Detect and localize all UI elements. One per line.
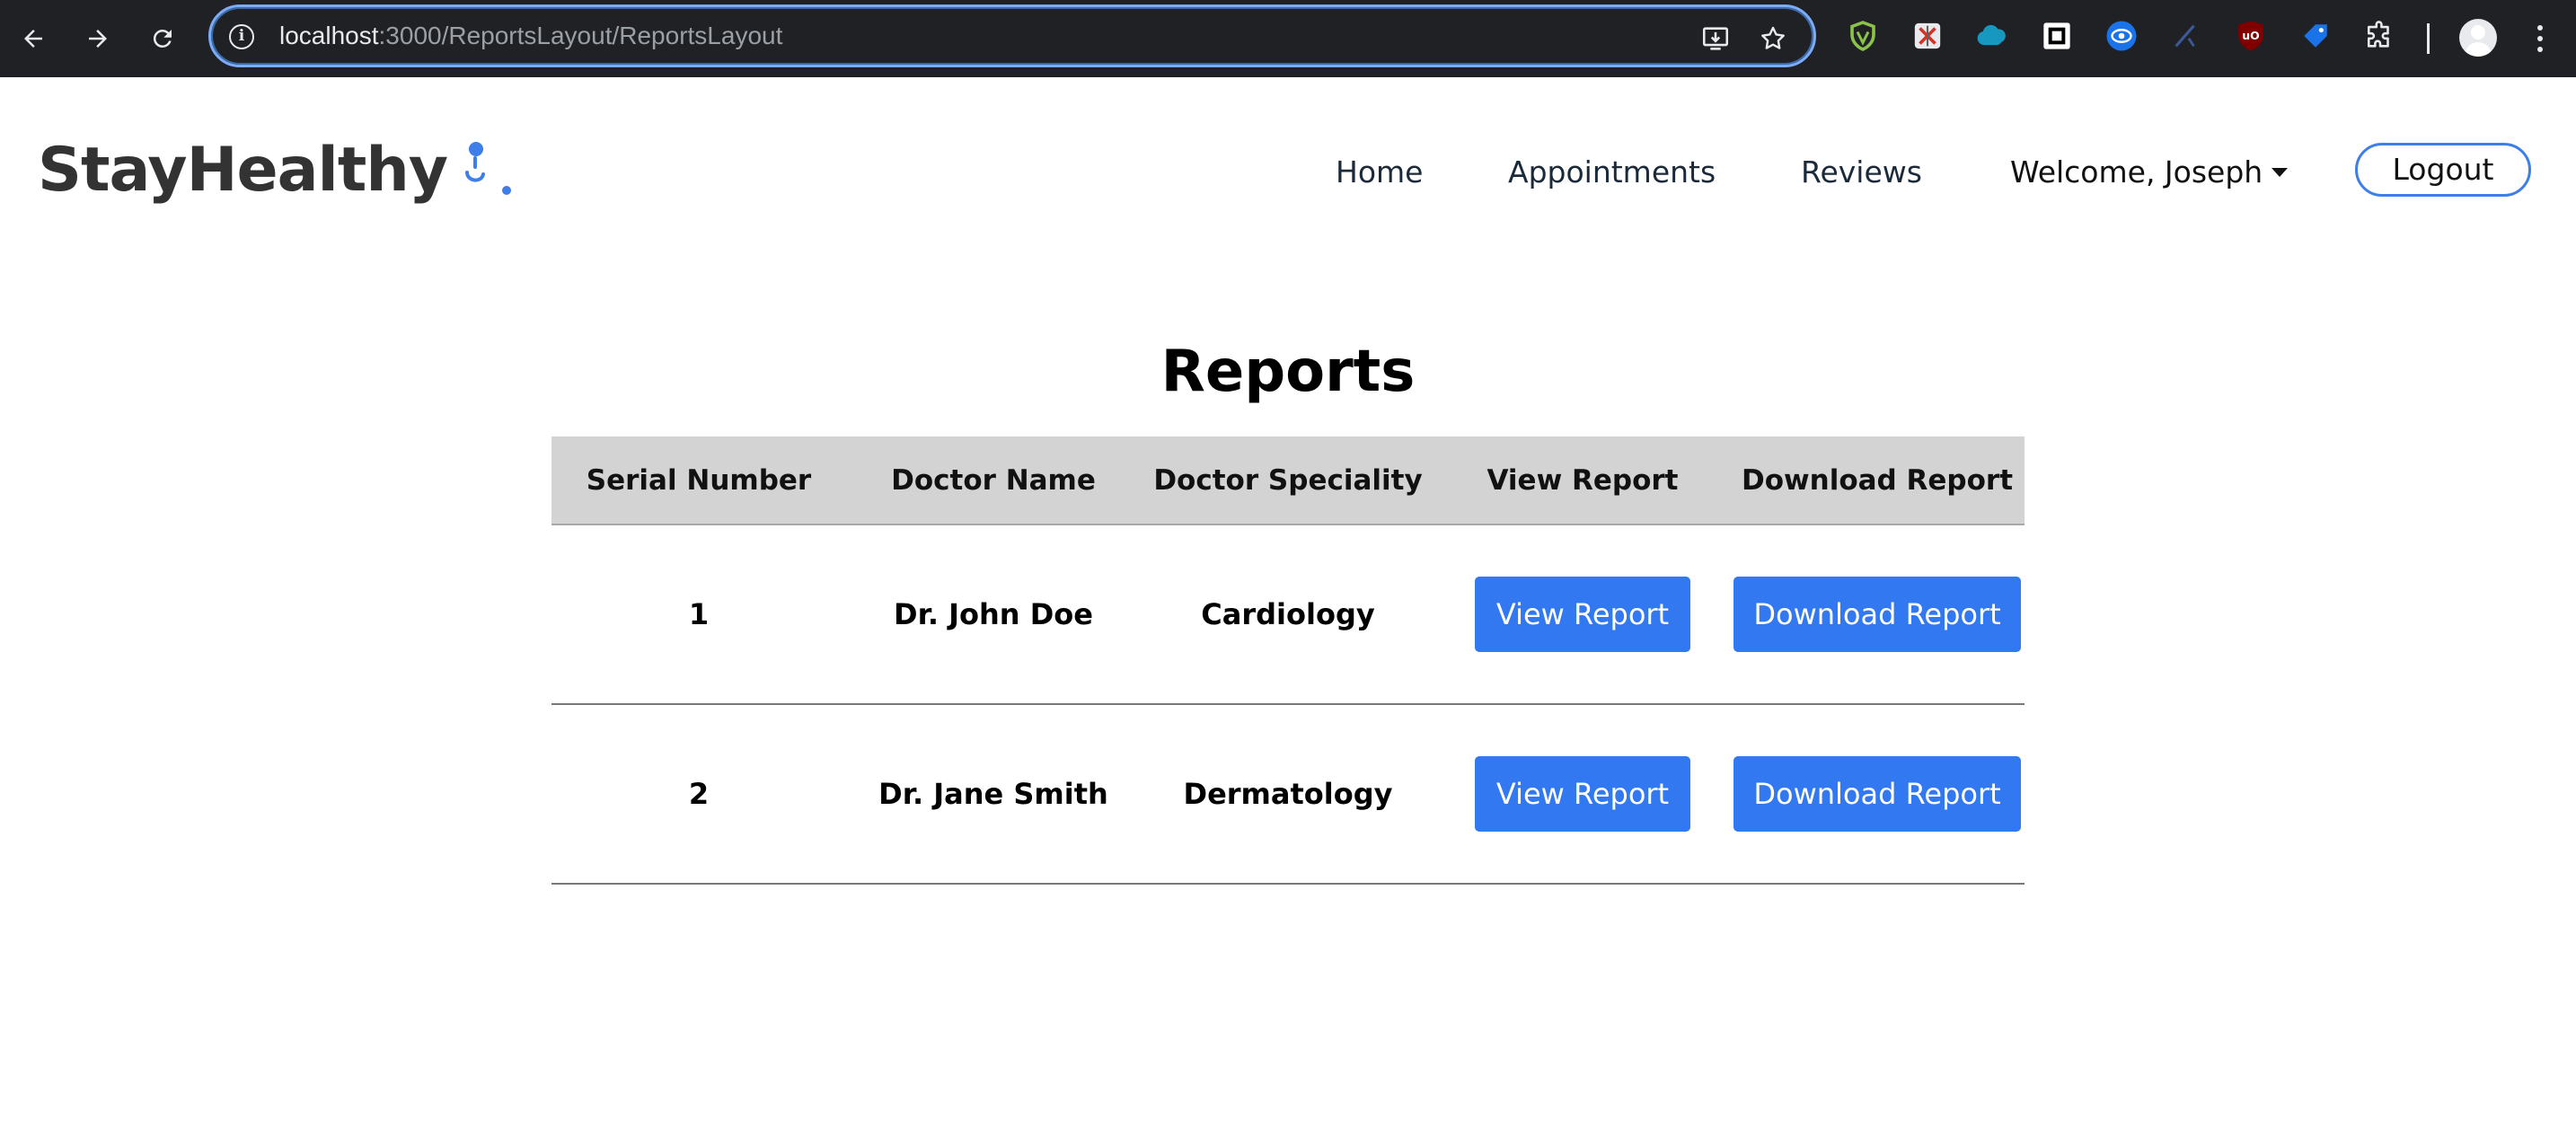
column-header-doctor-speciality: Doctor Speciality xyxy=(1141,436,1435,525)
column-header-view-report: View Report xyxy=(1435,436,1730,525)
view-report-cell: View Report xyxy=(1435,524,1730,705)
view-report-button[interactable]: View Report xyxy=(1475,577,1690,652)
bookmark-star-icon[interactable] xyxy=(1756,22,1790,56)
url-path: :3000/ReportsLayout/ReportsLayout xyxy=(378,22,783,49)
user-welcome-dropdown[interactable]: Welcome, Joseph xyxy=(2010,145,2289,199)
table-row: 2 Dr. Jane Smith Dermatology View Report… xyxy=(551,704,2025,885)
site-logo[interactable]: StayHealthy xyxy=(38,126,516,216)
column-header-doctor-name: Doctor Name xyxy=(846,436,1141,525)
table-header-row: Serial Number Doctor Name Doctor Special… xyxy=(551,436,2025,525)
address-bar[interactable]: i localhost:3000/ReportsLayout/ReportsLa… xyxy=(208,4,1816,67)
browser-toolbar: i localhost:3000/ReportsLayout/ReportsLa… xyxy=(0,0,2576,77)
svg-text:uO: uO xyxy=(2242,29,2259,42)
doctor-speciality-cell: Dermatology xyxy=(1141,704,1435,885)
page-title: Reports xyxy=(1160,339,1416,405)
reload-icon[interactable] xyxy=(144,20,181,57)
view-report-button[interactable]: View Report xyxy=(1475,756,1690,832)
tag-extension-icon[interactable] xyxy=(2298,18,2333,54)
download-report-cell: Download Report xyxy=(1730,704,2025,885)
doctor-name-cell: Dr. Jane Smith xyxy=(846,704,1141,885)
shield-extension-icon[interactable] xyxy=(1845,18,1881,54)
serial-number-cell: 2 xyxy=(551,704,846,885)
forward-arrow-icon[interactable] xyxy=(79,20,117,57)
serial-number-cell: 1 xyxy=(551,524,846,705)
salesforce-cloud-icon[interactable] xyxy=(1974,18,2010,54)
table-row: 1 Dr. John Doe Cardiology View Report Do… xyxy=(551,524,2025,705)
caret-down-icon xyxy=(2272,168,2289,177)
column-header-download-report: Download Report xyxy=(1730,436,2025,525)
pen-extension-icon[interactable] xyxy=(2168,18,2204,54)
welcome-label: Welcome, Joseph xyxy=(2010,154,2263,189)
logo-text: StayHealthy xyxy=(38,135,448,206)
download-report-button[interactable]: Download Report xyxy=(1734,756,2021,832)
extensions-puzzle-icon[interactable] xyxy=(2362,18,2398,54)
download-report-button[interactable]: Download Report xyxy=(1734,577,2021,652)
tools-extension-icon[interactable] xyxy=(1910,18,1945,54)
site-navbar: StayHealthy Home Appointments Reviews We… xyxy=(0,77,2576,257)
nav-appointments-link[interactable]: Appointments xyxy=(1508,145,1716,199)
ublock-origin-icon[interactable]: uO xyxy=(2233,18,2269,54)
back-arrow-icon[interactable] xyxy=(14,20,52,57)
doctor-speciality-cell: Cardiology xyxy=(1141,524,1435,705)
nav-reviews-link[interactable]: Reviews xyxy=(1801,145,1922,199)
square-extension-icon[interactable] xyxy=(2039,18,2075,54)
logout-button[interactable]: Logout xyxy=(2355,143,2531,197)
column-header-serial-number: Serial Number xyxy=(551,436,846,525)
install-app-icon[interactable] xyxy=(1698,22,1733,56)
site-info-icon[interactable]: i xyxy=(229,24,254,49)
doctor-name-cell: Dr. John Doe xyxy=(846,524,1141,705)
url-host: localhost xyxy=(279,22,379,49)
eye-extension-icon[interactable] xyxy=(2104,18,2139,54)
toolbar-divider xyxy=(2427,23,2430,54)
view-report-cell: View Report xyxy=(1435,704,1730,885)
stethoscope-logo-icon xyxy=(465,142,512,195)
profile-avatar-icon[interactable] xyxy=(2459,19,2497,57)
download-report-cell: Download Report xyxy=(1730,524,2025,705)
url-text[interactable]: localhost:3000/ReportsLayout/ReportsLayo… xyxy=(279,20,782,52)
browser-menu-icon[interactable] xyxy=(2531,20,2549,57)
reports-table: Serial Number Doctor Name Doctor Special… xyxy=(551,436,2025,885)
nav-home-link[interactable]: Home xyxy=(1336,145,1423,199)
